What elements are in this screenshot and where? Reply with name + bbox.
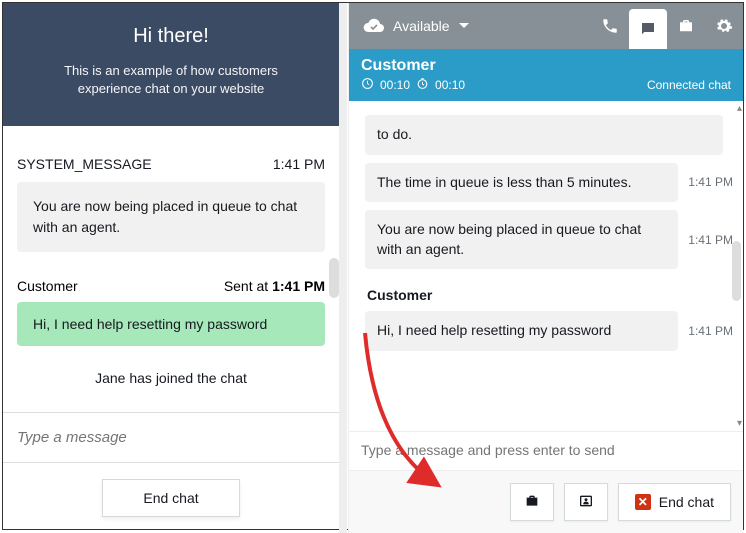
message-bubble: to do. <box>365 115 723 155</box>
briefcase-icon <box>523 493 541 512</box>
message-row: Hi, I need help resetting my password 1:… <box>365 311 733 351</box>
customer-label: Customer <box>17 278 78 294</box>
contact-card-button[interactable] <box>564 483 608 521</box>
stopwatch-icon <box>416 77 429 93</box>
widget-title: Hi there! <box>33 25 309 48</box>
agent-ccp-panel: Available Customer 00:10 00:10 Connected… <box>348 3 743 533</box>
agent-joined-notice: Jane has joined the chat <box>17 370 325 386</box>
scroll-up-icon[interactable]: ▴ <box>737 103 742 114</box>
agent-input-area <box>349 431 743 470</box>
chat-transcript: SYSTEM_MESSAGE 1:41 PM You are now being… <box>3 126 339 412</box>
customer-message-bubble: Hi, I need help resetting my password <box>17 302 325 346</box>
agent-chat-transcript: ▴ ▾ to do. The time in queue is less tha… <box>349 101 743 431</box>
agent-footer: ✕ End chat <box>349 470 743 533</box>
timer-1: 00:10 <box>380 78 410 92</box>
incoming-sender-label: Customer <box>367 287 733 303</box>
message-bubble: The time in queue is less than 5 minutes… <box>365 163 678 203</box>
message-input-area <box>3 412 339 462</box>
timer-2: 00:10 <box>435 78 465 92</box>
message-bubble: Hi, I need help resetting my password <box>365 311 678 351</box>
case-tab[interactable] <box>667 3 705 49</box>
customer-chat-widget: Hi there! This is an example of how cust… <box>3 3 347 533</box>
clock-icon <box>361 77 374 93</box>
widget-subtitle: This is an example of how customers expe… <box>33 62 309 98</box>
scrollbar-thumb[interactable] <box>329 258 339 298</box>
agent-status-text: Available <box>393 18 450 34</box>
scroll-down-icon[interactable]: ▾ <box>737 418 742 429</box>
chat-contact-name: Customer <box>361 57 731 75</box>
settings-button[interactable] <box>705 3 743 49</box>
agent-status-selector[interactable]: Available <box>349 3 484 49</box>
scrollbar-thumb[interactable] <box>732 241 741 301</box>
message-input[interactable] <box>11 421 331 454</box>
contact-card-icon <box>577 493 595 512</box>
message-time: 1:41 PM <box>688 175 733 189</box>
message-row: to do. <box>365 115 733 155</box>
chat-header: Customer 00:10 00:10 Connected chat <box>349 49 743 101</box>
phone-tab[interactable] <box>591 3 629 49</box>
agent-message-input[interactable] <box>361 442 731 458</box>
cloud-check-icon <box>363 18 385 34</box>
chat-tab[interactable] <box>629 9 667 49</box>
widget-footer: End chat <box>3 462 339 533</box>
end-chat-button[interactable]: End chat <box>102 479 239 517</box>
end-chat-button[interactable]: ✕ End chat <box>618 483 731 521</box>
system-label: SYSTEM_MESSAGE <box>17 156 152 172</box>
customer-sent-time: Sent at 1:41 PM <box>224 278 325 294</box>
connection-status: Connected chat <box>647 78 731 92</box>
end-chat-label: End chat <box>659 494 714 510</box>
system-message-header: SYSTEM_MESSAGE 1:41 PM <box>17 156 325 172</box>
chevron-down-icon <box>458 22 470 30</box>
message-bubble: You are now being placed in queue to cha… <box>365 210 678 269</box>
system-message-bubble: You are now being placed in queue to cha… <box>17 182 325 252</box>
widget-header: Hi there! This is an example of how cust… <box>3 3 339 126</box>
close-x-icon: ✕ <box>635 494 651 510</box>
message-time: 1:41 PM <box>688 324 733 338</box>
system-time: 1:41 PM <box>273 156 325 172</box>
message-time: 1:41 PM <box>688 233 733 247</box>
customer-message-header: Customer Sent at 1:41 PM <box>17 278 325 294</box>
message-row: You are now being placed in queue to cha… <box>365 210 733 269</box>
ccp-topbar: Available <box>349 3 743 49</box>
message-row: The time in queue is less than 5 minutes… <box>365 163 733 203</box>
briefcase-button[interactable] <box>510 483 554 521</box>
